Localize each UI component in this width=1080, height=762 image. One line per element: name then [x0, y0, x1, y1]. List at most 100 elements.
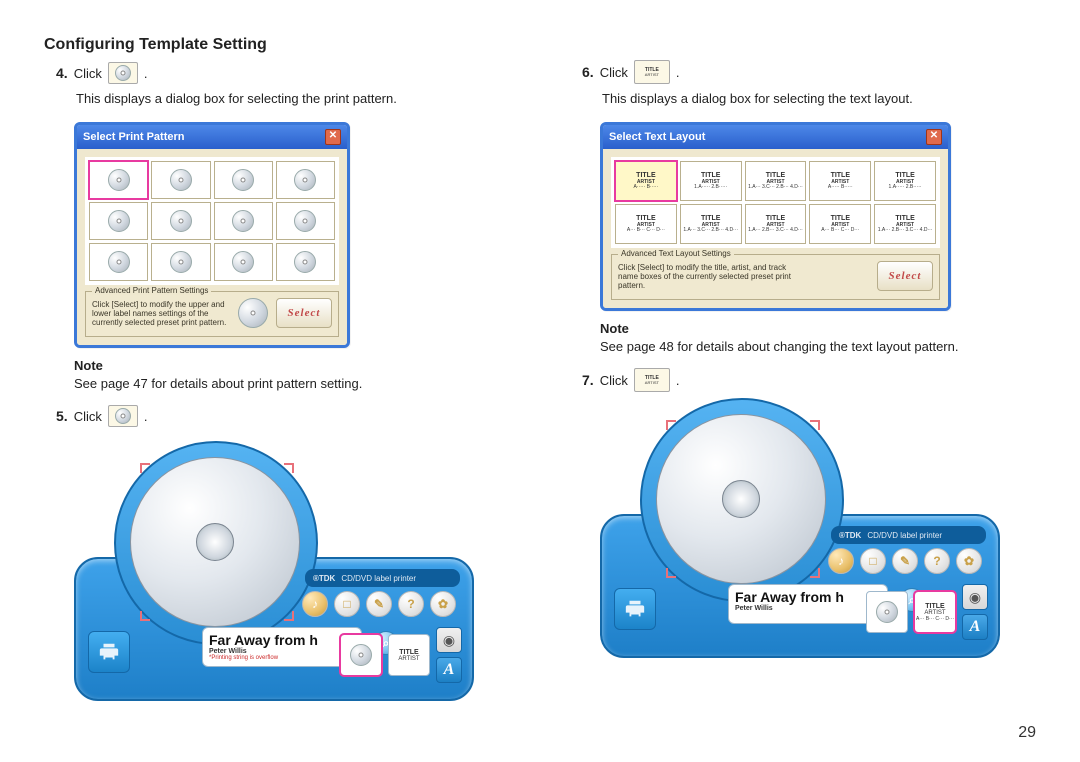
thumb-artist-label: ARTIST: [398, 656, 419, 662]
text-layout-thumbnail[interactable]: TITLE ARTIST A··· B··· C··· D···: [914, 591, 956, 633]
text-layout-option[interactable]: TITLE ARTIST 1.A····· 2.B·····: [874, 161, 936, 201]
close-icon[interactable]: ✕: [325, 129, 341, 145]
fieldset-legend: Advanced Print Pattern Settings: [92, 286, 211, 295]
print-pattern-option[interactable]: [276, 161, 335, 199]
text-layout-option[interactable]: TITLE ARTIST 1.A··· 3.C··· 2.B··· 4.D···: [680, 204, 742, 244]
text-layout-option[interactable]: TITLE ARTIST A··· B··· C··· D···: [809, 204, 871, 244]
disc-icon: [170, 251, 192, 273]
info-button[interactable]: ✿: [956, 548, 982, 574]
note-heading: Note: [74, 358, 510, 373]
text-layout-thumbnail[interactable]: TITLE ARTIST: [388, 634, 430, 676]
printer-icon: [98, 641, 120, 663]
disc-thumbnail[interactable]: [866, 591, 908, 633]
printer-icon: [624, 598, 646, 620]
step-number: 4.: [56, 65, 68, 81]
title-main: Far Away from h: [209, 632, 355, 648]
text-layout-option[interactable]: TITLE ARTIST 1.A··· 2.B··· 3.C··· 4.D···: [745, 204, 807, 244]
step-4: 4. Click .: [56, 62, 510, 84]
close-icon[interactable]: ✕: [926, 129, 942, 145]
info-button[interactable]: ✿: [430, 591, 456, 617]
cd-preview: [656, 414, 826, 584]
brand-bar: ®TDK CD/DVD label printer: [831, 526, 986, 544]
text-layout-option[interactable]: TITLE ARTIST 1.A··· 3.C··· 2.B··· 4.D···: [745, 161, 807, 201]
disc-icon: [350, 644, 372, 666]
music-note-button[interactable]: ♪: [828, 548, 854, 574]
text-layout-option[interactable]: TITLE ARTIST A····· B·····: [809, 161, 871, 201]
disc-thumbnail[interactable]: [340, 634, 382, 676]
help-button[interactable]: ?: [924, 548, 950, 574]
disc-icon: [115, 65, 131, 81]
title-artist: Peter Willis: [735, 605, 881, 612]
print-pattern-option[interactable]: [214, 243, 273, 281]
fieldset-hint: Click [Select] to modify the upper and l…: [92, 300, 232, 327]
print-pattern-option[interactable]: [89, 243, 148, 281]
disc-icon: [294, 169, 316, 191]
select-text-layout-dialog: Select Text Layout ✕ TITLE ARTIST A·····…: [600, 122, 951, 311]
dialog-title: Select Text Layout: [609, 131, 705, 143]
print-pattern-option[interactable]: [89, 202, 148, 240]
preview-button[interactable]: ◉: [962, 584, 988, 610]
print-pattern-option[interactable]: [151, 202, 210, 240]
fieldset-legend: Advanced Text Layout Settings: [618, 249, 734, 258]
icon-artist-label: ARTIST: [645, 381, 659, 385]
print-pattern-option[interactable]: [214, 161, 273, 199]
dialog-titlebar: Select Text Layout ✕: [603, 125, 948, 149]
note-heading: Note: [600, 321, 1036, 336]
settings-button[interactable]: ✎: [366, 591, 392, 617]
title-artist: Peter Willis: [209, 648, 355, 655]
font-style-button[interactable]: A: [436, 657, 462, 683]
disc-icon: [294, 251, 316, 273]
brand-description: CD/DVD label printer: [867, 531, 942, 540]
thumb-title-label: TITLE: [399, 649, 418, 656]
font-style-button[interactable]: A: [962, 614, 988, 640]
toolbar-buttons: ♪ □ ✎ ? ✿: [828, 548, 982, 574]
step-tail: .: [676, 65, 680, 80]
right-column: 6. Click TITLE ARTIST . This displays a …: [570, 36, 1036, 701]
cell-tracks: A··· B··· C··· D···: [821, 228, 859, 234]
step-4-description: This displays a dialog box for selecting…: [76, 90, 510, 108]
text-layout-thumbnail-icon: TITLE ARTIST: [634, 60, 670, 84]
cell-tracks: 1.A··· 2.B··· 3.C··· 4.D···: [748, 228, 803, 234]
text-layout-option[interactable]: TITLE ARTIST 1.A····· 2.B·····: [680, 161, 742, 201]
step-6-description: This displays a dialog box for selecting…: [602, 90, 1036, 108]
print-pattern-option[interactable]: [151, 243, 210, 281]
step-number: 6.: [582, 64, 594, 80]
print-button[interactable]: [88, 631, 130, 673]
preview-button[interactable]: ◉: [436, 627, 462, 653]
step-text: Click: [600, 373, 628, 388]
text-layout-option[interactable]: TITLE ARTIST 1.A··· 2.B··· 3.C··· 4.D···: [874, 204, 936, 244]
cell-tracks: A··· B··· C··· D···: [627, 228, 665, 234]
disc-icon: [170, 210, 192, 232]
print-pattern-option[interactable]: [276, 243, 335, 281]
icon-artist-label: ARTIST: [645, 73, 659, 77]
step-number: 7.: [582, 372, 594, 388]
settings-button[interactable]: ✎: [892, 548, 918, 574]
help-button[interactable]: ?: [398, 591, 424, 617]
select-button[interactable]: Select: [276, 298, 332, 328]
thumbnail-group: TITLE ARTIST ◉ A: [340, 627, 462, 683]
print-pattern-option[interactable]: [151, 161, 210, 199]
print-pattern-option[interactable]: [214, 202, 273, 240]
text-layout-option[interactable]: TITLE ARTIST A····· B·····: [615, 161, 677, 201]
disc-icon: [108, 169, 130, 191]
select-button[interactable]: Select: [877, 261, 933, 291]
cell-tracks: 1.A····· 2.B·····: [889, 185, 922, 191]
text-layout-grid: TITLE ARTIST A····· B····· TITLE ARTIST …: [611, 157, 940, 248]
music-note-button[interactable]: ♪: [302, 591, 328, 617]
cell-tracks: 1.A··· 3.C··· 2.B··· 4.D···: [683, 228, 738, 234]
cell-tracks: 1.A··· 2.B··· 3.C··· 4.D···: [878, 228, 933, 234]
cell-tracks: 1.A····· 2.B·····: [694, 185, 727, 191]
print-pattern-grid: [85, 157, 339, 285]
step-tail: .: [144, 409, 148, 424]
print-button[interactable]: [614, 588, 656, 630]
new-button[interactable]: □: [860, 548, 886, 574]
text-layout-option[interactable]: TITLE ARTIST A··· B··· C··· D···: [615, 204, 677, 244]
thumb-title-label: TITLE: [925, 603, 944, 610]
step-number: 5.: [56, 408, 68, 424]
disc-icon: [108, 210, 130, 232]
title-main: Far Away from h: [735, 589, 881, 605]
print-pattern-option[interactable]: [89, 161, 148, 199]
new-button[interactable]: □: [334, 591, 360, 617]
disc-thumbnail-icon: [108, 405, 138, 427]
print-pattern-option[interactable]: [276, 202, 335, 240]
